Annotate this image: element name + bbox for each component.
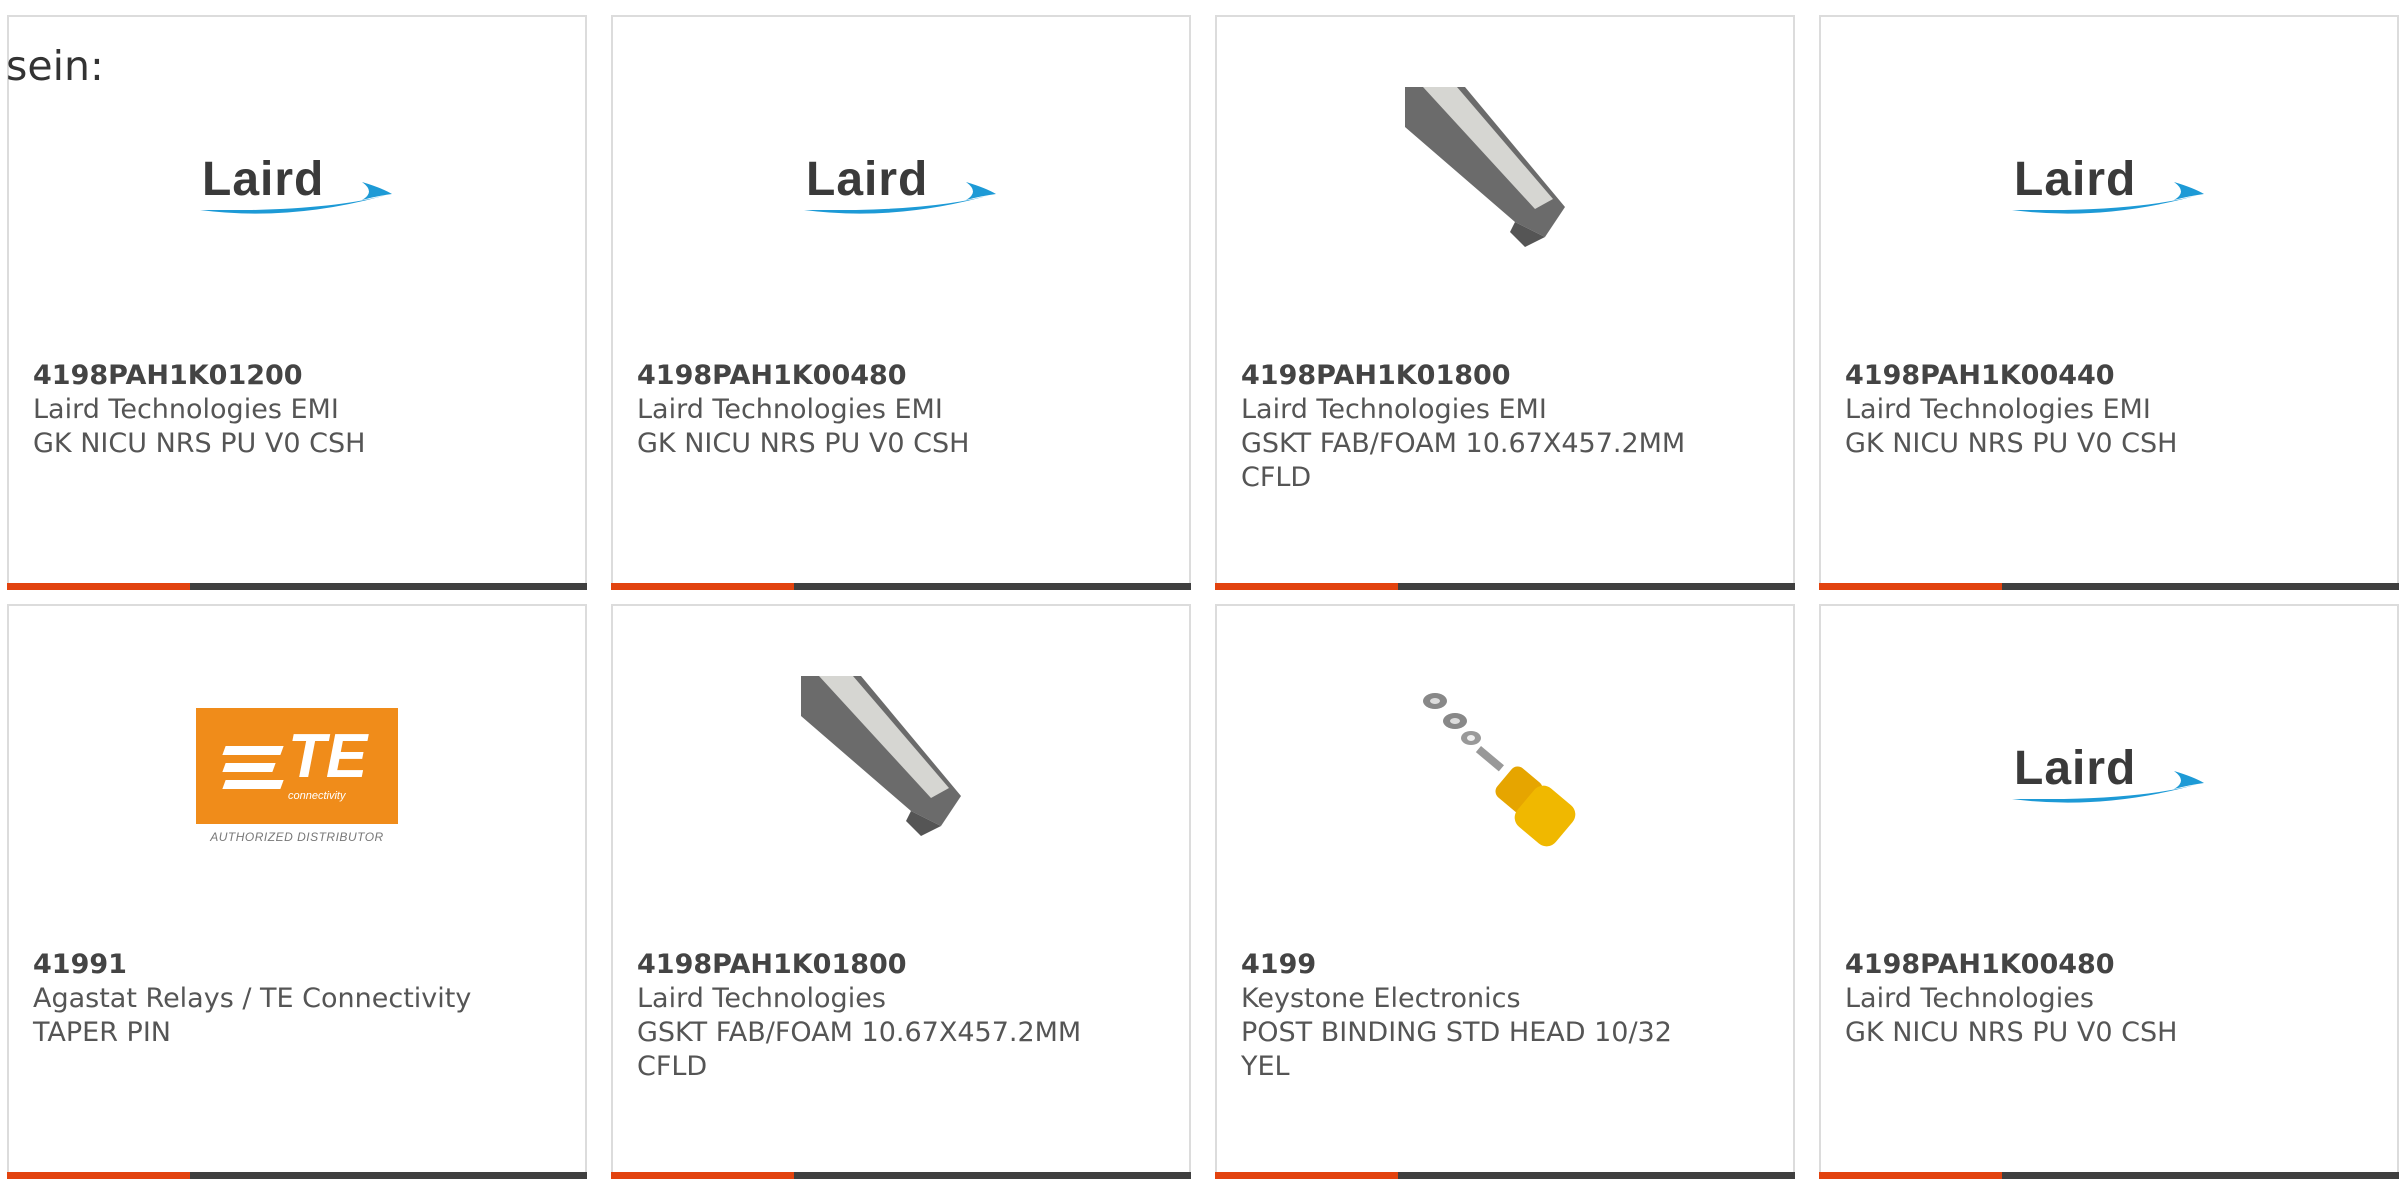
laird-logo: Laird	[2004, 152, 2214, 222]
intro-text: sein:	[6, 42, 104, 90]
product-card[interactable]: Laird 4198PAH1K00440 Laird Technologies …	[1819, 15, 2399, 590]
part-number[interactable]: 4198PAH1K00480	[637, 359, 1169, 393]
card-bar	[1819, 1172, 2399, 1179]
description: GSKT FAB/FOAM 10.67X457.2MM CFLD	[637, 1017, 1082, 1082]
part-number[interactable]: 4198PAH1K00440	[1845, 359, 2377, 393]
laird-logo: Laird	[192, 152, 402, 222]
card-bar	[1215, 583, 1795, 590]
product-card[interactable]: Laird 4198PAH1K00480 Laird Technologies …	[1819, 604, 2399, 1179]
part-number[interactable]: 4198PAH1K01800	[637, 948, 1169, 982]
card-bar	[1819, 583, 2399, 590]
card-bar	[1215, 1172, 1795, 1179]
product-image[interactable]: Laird	[1821, 676, 2397, 876]
product-image[interactable]: Laird	[613, 87, 1189, 287]
description: GK NICU NRS PU V0 CSH	[33, 428, 366, 459]
card-bar	[611, 583, 1191, 590]
card-bar	[7, 1172, 587, 1179]
product-card[interactable]: 4198PAH1K01800 Laird Technologies GSKT F…	[611, 604, 1191, 1179]
laird-logo: Laird	[2004, 741, 2214, 811]
laird-logo: Laird	[796, 152, 1006, 222]
manufacturer: Laird Technologies EMI	[1845, 394, 2151, 425]
binding-post-photo	[1405, 676, 1605, 876]
product-card[interactable]: 4199 Keystone Electronics POST BINDING S…	[1215, 604, 1795, 1179]
manufacturer: Laird Technologies EMI	[33, 394, 339, 425]
manufacturer: Laird Technologies	[637, 983, 886, 1014]
product-card[interactable]: TE connectivity AUTHORIZED DISTRIBUTOR 4…	[7, 604, 587, 1179]
description: GK NICU NRS PU V0 CSH	[1845, 428, 2178, 459]
gasket-photo	[801, 676, 1001, 876]
product-grid: Laird 4198PAH1K01200 Laird Technologies …	[0, 0, 2400, 1179]
product-card[interactable]: 4198PAH1K01800 Laird Technologies EMI GS…	[1215, 15, 1795, 590]
manufacturer: Agastat Relays / TE Connectivity	[33, 983, 472, 1014]
product-image[interactable]	[1217, 87, 1793, 287]
gasket-photo	[1405, 87, 1605, 287]
product-image[interactable]: Laird	[9, 87, 585, 287]
product-image[interactable]	[613, 676, 1189, 876]
manufacturer: Laird Technologies	[1845, 983, 2094, 1014]
card-bar	[7, 583, 587, 590]
part-number[interactable]: 4198PAH1K01800	[1241, 359, 1773, 393]
manufacturer: Laird Technologies EMI	[1241, 394, 1547, 425]
description: GK NICU NRS PU V0 CSH	[637, 428, 970, 459]
manufacturer: Keystone Electronics	[1241, 983, 1521, 1014]
product-card[interactable]: Laird 4198PAH1K01200 Laird Technologies …	[7, 15, 587, 590]
description: POST BINDING STD HEAD 10/32 YEL	[1241, 1017, 1672, 1082]
product-image[interactable]: TE connectivity AUTHORIZED DISTRIBUTOR	[9, 676, 585, 876]
manufacturer: Laird Technologies EMI	[637, 394, 943, 425]
description: GK NICU NRS PU V0 CSH	[1845, 1017, 2178, 1048]
description: GSKT FAB/FOAM 10.67X457.2MM CFLD	[1241, 428, 1686, 493]
part-number[interactable]: 4198PAH1K00480	[1845, 948, 2377, 982]
te-logo: TE connectivity AUTHORIZED DISTRIBUTOR	[196, 708, 398, 844]
product-image[interactable]	[1217, 676, 1793, 876]
part-number[interactable]: 41991	[33, 948, 565, 982]
product-image[interactable]: Laird	[1821, 87, 2397, 287]
product-card[interactable]: Laird 4198PAH1K00480 Laird Technologies …	[611, 15, 1191, 590]
card-bar	[611, 1172, 1191, 1179]
description: TAPER PIN	[33, 1017, 171, 1048]
part-number[interactable]: 4199	[1241, 948, 1773, 982]
part-number[interactable]: 4198PAH1K01200	[33, 359, 565, 393]
